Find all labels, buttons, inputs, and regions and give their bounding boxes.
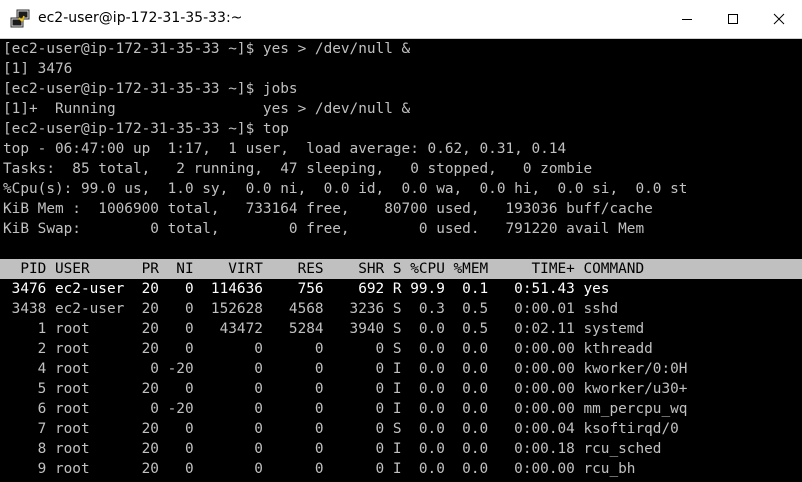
minimize-icon	[681, 13, 693, 25]
process-row: 4 root 0 -20 0 0 0 I 0.0 0.0 0:00.00 kwo…	[3, 361, 688, 377]
minimize-button[interactable]	[664, 0, 710, 38]
mem-line: KiB Mem : 1006900 total, 733164 free, 80…	[3, 201, 653, 217]
tasks-line: Tasks: 85 total, 2 running, 47 sleeping,…	[3, 161, 593, 177]
close-icon	[773, 13, 785, 25]
terminal-line: [ec2-user@ip-172-31-35-33 ~]$ yes > /dev…	[3, 41, 411, 57]
terminal-line: [1]+ Running yes > /dev/null &	[3, 101, 411, 117]
cpu-line: %Cpu(s): 99.0 us, 1.0 sy, 0.0 ni, 0.0 id…	[3, 181, 688, 197]
swap-line: KiB Swap: 0 total, 0 free, 0 used. 79122…	[3, 221, 645, 237]
maximize-icon	[727, 13, 739, 25]
process-row: 5 root 20 0 0 0 0 I 0.0 0.0 0:00.00 kwor…	[3, 381, 688, 397]
process-row: 3476 ec2-user 20 0 114636 756 692 R 99.9…	[3, 281, 610, 297]
process-row: 6 root 0 -20 0 0 0 I 0.0 0.0 0:00.00 mm_…	[3, 401, 688, 417]
process-row: 9 root 20 0 0 0 0 I 0.0 0.0 0:00.00 rcu_…	[3, 461, 636, 477]
window-title: ec2-user@ip-172-31-35-33:~	[38, 10, 243, 26]
top-summary-line: top - 06:47:00 up 1:17, 1 user, load ave…	[3, 141, 567, 157]
terminal-line: [1] 3476	[3, 61, 73, 77]
process-row: 1 root 20 0 43472 5284 3940 S 0.0 0.5 0:…	[3, 321, 645, 337]
process-row: 3438 ec2-user 20 0 152628 4568 3236 S 0.…	[3, 301, 619, 317]
process-row: 8 root 20 0 0 0 0 I 0.0 0.0 0:00.18 rcu_…	[3, 441, 662, 457]
terminal-line: [ec2-user@ip-172-31-35-33 ~]$ jobs	[3, 81, 298, 97]
terminal-screen[interactable]: [ec2-user@ip-172-31-35-33 ~]$ yes > /dev…	[0, 39, 802, 482]
title-bar[interactable]: ec2-user@ip-172-31-35-33:~	[0, 0, 802, 39]
close-button[interactable]	[756, 0, 802, 38]
putty-window: ec2-user@ip-172-31-35-33:~ [ec2-user@ip-…	[0, 0, 802, 482]
terminal-line: [ec2-user@ip-172-31-35-33 ~]$ top	[3, 121, 289, 137]
process-row: 7 root 20 0 0 0 0 S 0.0 0.0 0:00.04 ksof…	[3, 421, 679, 437]
putty-icon[interactable]	[10, 9, 30, 29]
maximize-button[interactable]	[710, 0, 756, 38]
process-header: PID USER PR NI VIRT RES SHR S %CPU %MEM …	[3, 261, 645, 277]
process-row: 2 root 20 0 0 0 0 S 0.0 0.0 0:00.00 kthr…	[3, 341, 653, 357]
